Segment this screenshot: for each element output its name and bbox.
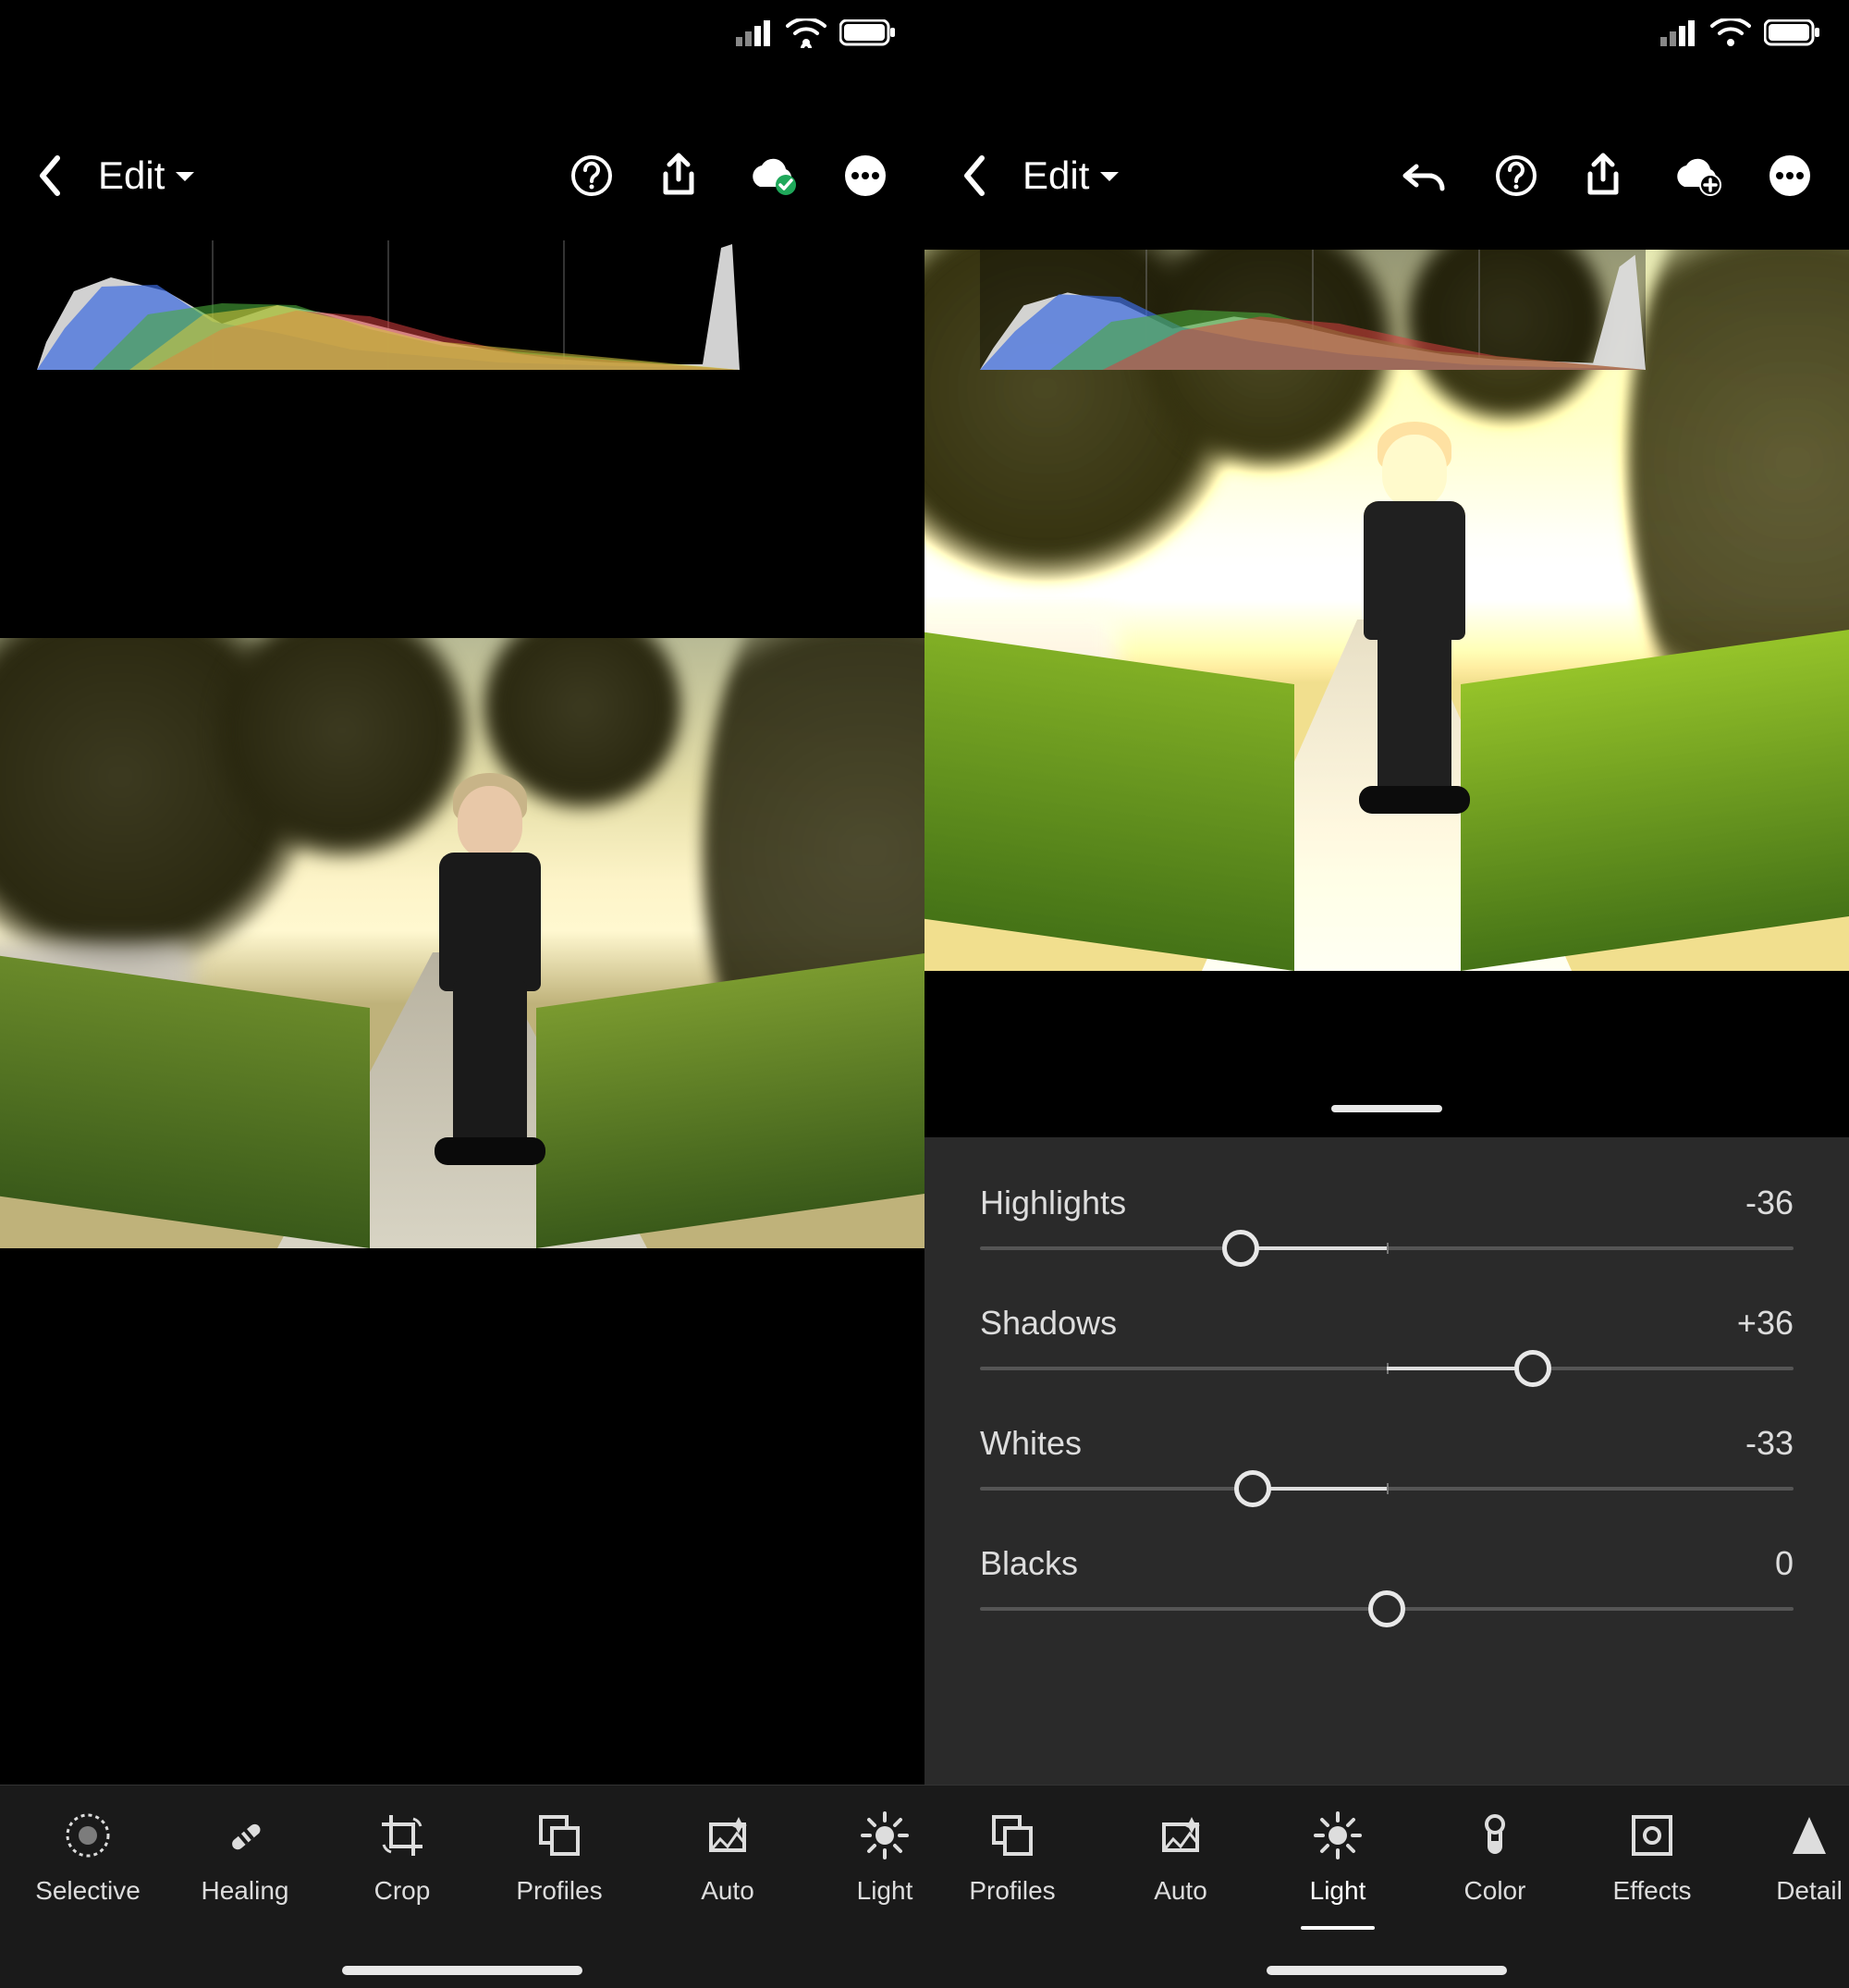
tool-profiles[interactable]: Profiles <box>481 1811 638 1906</box>
slider-track[interactable] <box>980 1246 1794 1250</box>
top-nav: Edit <box>0 139 924 213</box>
tool-selective[interactable]: Selective <box>9 1811 166 1906</box>
mode-dropdown[interactable]: Edit <box>1022 153 1120 198</box>
help-button[interactable] <box>1494 153 1538 198</box>
wifi-icon <box>786 18 827 48</box>
undo-button[interactable] <box>1402 157 1450 194</box>
light-sliders-panel: Highlights -36 Shadows +36 Whites -33 Blacks 0 <box>924 1137 1849 1785</box>
bottom-toolbar: SelectiveHealingCropProfilesAutoLightCol <box>0 1785 924 1988</box>
tool-label: Color <box>1464 1876 1526 1906</box>
tool-label: Auto <box>1154 1876 1207 1906</box>
slider-value: -33 <box>1745 1424 1794 1463</box>
status-bar <box>736 18 897 48</box>
mode-label: Edit <box>1022 153 1089 198</box>
tool-detail[interactable]: Detail <box>1731 1811 1849 1906</box>
chevron-down-icon <box>174 170 196 185</box>
top-nav: Edit <box>924 139 1849 213</box>
wifi-icon <box>1710 18 1751 48</box>
slider-label: Blacks <box>980 1544 1078 1583</box>
chevron-down-icon <box>1098 170 1120 185</box>
more-button[interactable] <box>843 153 888 198</box>
slider-shadows: Shadows +36 <box>980 1304 1794 1370</box>
tool-effects[interactable]: Effects <box>1573 1811 1731 1906</box>
tool-label: Detail <box>1776 1876 1843 1906</box>
slider-value: 0 <box>1775 1544 1794 1583</box>
slider-track[interactable] <box>980 1367 1794 1370</box>
slider-value: +36 <box>1737 1304 1794 1343</box>
home-indicator[interactable] <box>342 1966 582 1975</box>
slider-label: Whites <box>980 1424 1082 1463</box>
cellular-icon <box>736 20 773 46</box>
slider-value: -36 <box>1745 1184 1794 1222</box>
tool-label: Crop <box>374 1876 431 1906</box>
cloud-sync-button[interactable] <box>743 155 799 196</box>
histogram[interactable] <box>37 240 740 370</box>
slider-thumb[interactable] <box>1368 1590 1405 1627</box>
slider-thumb[interactable] <box>1222 1230 1259 1267</box>
tool-healing[interactable]: Healing <box>166 1811 324 1906</box>
tool-label: Profiles <box>516 1876 602 1906</box>
status-bar <box>1660 18 1821 48</box>
cellular-icon <box>1660 20 1697 46</box>
tool-label: Healing <box>202 1876 289 1906</box>
slider-thumb[interactable] <box>1234 1470 1271 1507</box>
mode-label: Edit <box>98 153 165 198</box>
slider-thumb[interactable] <box>1514 1350 1551 1387</box>
tool-label: Profiles <box>969 1876 1055 1906</box>
slider-label: Highlights <box>980 1184 1126 1222</box>
tool-color[interactable]: Color <box>1416 1811 1573 1906</box>
slider-track[interactable] <box>980 1607 1794 1611</box>
back-button[interactable] <box>961 154 987 197</box>
bottom-toolbar: ProfilesAutoLightColorEffectsDetailO <box>924 1785 1849 1988</box>
tool-label: Light <box>857 1876 913 1906</box>
histogram[interactable] <box>980 250 1646 370</box>
share-button[interactable] <box>1583 152 1623 200</box>
more-button[interactable] <box>1768 153 1812 198</box>
tool-label: Effects <box>1612 1876 1691 1906</box>
tool-label: Auto <box>701 1876 754 1906</box>
tool-label: Light <box>1310 1876 1366 1906</box>
slider-label: Shadows <box>980 1304 1117 1343</box>
back-button[interactable] <box>37 154 63 197</box>
battery-icon <box>839 19 897 47</box>
help-button[interactable] <box>569 153 614 198</box>
phone-left: Edit <box>0 0 924 1988</box>
phone-right: Edit <box>924 0 1849 1988</box>
share-button[interactable] <box>658 152 699 200</box>
panel-drag-handle[interactable] <box>1331 1105 1442 1112</box>
slider-track[interactable] <box>980 1487 1794 1491</box>
tool-crop[interactable]: Crop <box>324 1811 481 1906</box>
battery-icon <box>1764 19 1821 47</box>
slider-blacks: Blacks 0 <box>980 1544 1794 1611</box>
home-indicator[interactable] <box>1267 1966 1507 1975</box>
slider-whites: Whites -33 <box>980 1424 1794 1491</box>
tool-auto[interactable]: Auto <box>649 1811 806 1906</box>
slider-highlights: Highlights -36 <box>980 1184 1794 1250</box>
tool-light[interactable]: Light <box>806 1811 924 1906</box>
cloud-add-button[interactable] <box>1668 155 1723 196</box>
tool-light[interactable]: Light <box>1259 1811 1416 1930</box>
mode-dropdown[interactable]: Edit <box>98 153 196 198</box>
tool-auto[interactable]: Auto <box>1102 1811 1259 1906</box>
tool-label: Selective <box>35 1876 141 1906</box>
photo-preview[interactable] <box>0 638 924 1248</box>
tool-profiles[interactable]: Profiles <box>934 1811 1091 1906</box>
